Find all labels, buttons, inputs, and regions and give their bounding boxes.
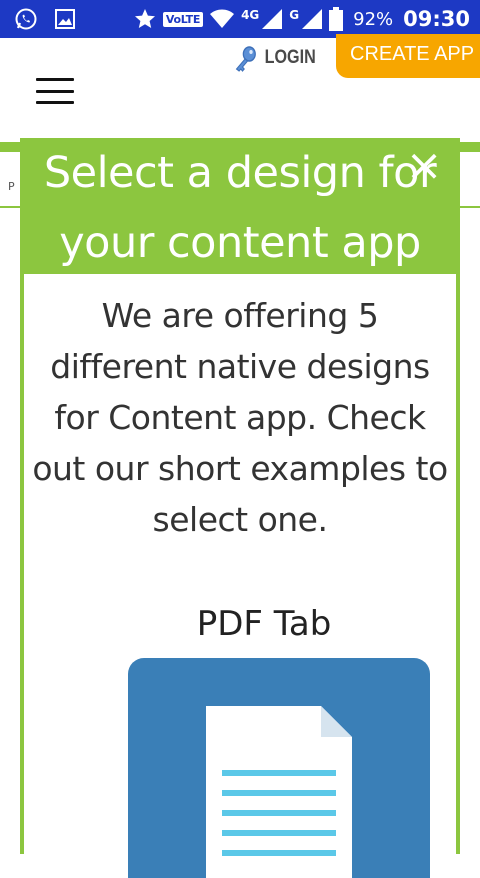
design-option-pdf-tab[interactable] (128, 658, 430, 878)
modal-title: Select a design for your content app (24, 138, 456, 274)
background-page-right (460, 152, 480, 208)
create-app-button[interactable]: CREATE APP (336, 34, 480, 78)
background-page-text: P (8, 180, 15, 193)
login-label: LOGIN (264, 47, 316, 68)
network-4g-label: 4G (241, 8, 260, 22)
hamburger-menu-icon[interactable] (36, 78, 74, 104)
star-icon (133, 7, 157, 31)
modal-title-line-2: your content app (59, 218, 421, 268)
status-left-icons (14, 7, 76, 31)
key-icon (234, 44, 258, 72)
hamburger-line (36, 101, 74, 104)
status-right-icons: VoLTE 4G G 92% 09:30 (133, 5, 470, 33)
network-g-label: G (289, 8, 300, 22)
design-select-modal: Select a design for your content app × W… (20, 138, 460, 878)
hamburger-line (36, 78, 74, 81)
signal-icon-2 (301, 8, 323, 30)
login-link[interactable]: LOGIN (234, 42, 316, 74)
gallery-icon (54, 8, 76, 30)
whatsapp-icon (14, 7, 38, 31)
close-icon[interactable]: × (404, 142, 444, 190)
status-bar: VoLTE 4G G 92% 09:30 (0, 0, 480, 38)
hamburger-line (36, 89, 74, 93)
clock: 09:30 (403, 7, 470, 31)
app-header: LOGIN CREATE APP (0, 34, 480, 142)
design-option-title: PDF Tab (196, 604, 332, 644)
modal-title-line-1: Select a design for (43, 148, 437, 198)
modal-description: We are offering 5 different native desig… (32, 296, 448, 539)
wifi-icon (209, 8, 235, 30)
signal-icon (261, 8, 283, 30)
volte-badge: VoLTE (162, 11, 204, 27)
background-page-left: P (0, 152, 22, 208)
battery-icon (329, 7, 344, 31)
document-icon (206, 706, 352, 878)
battery-percentage: 92% (353, 8, 394, 30)
